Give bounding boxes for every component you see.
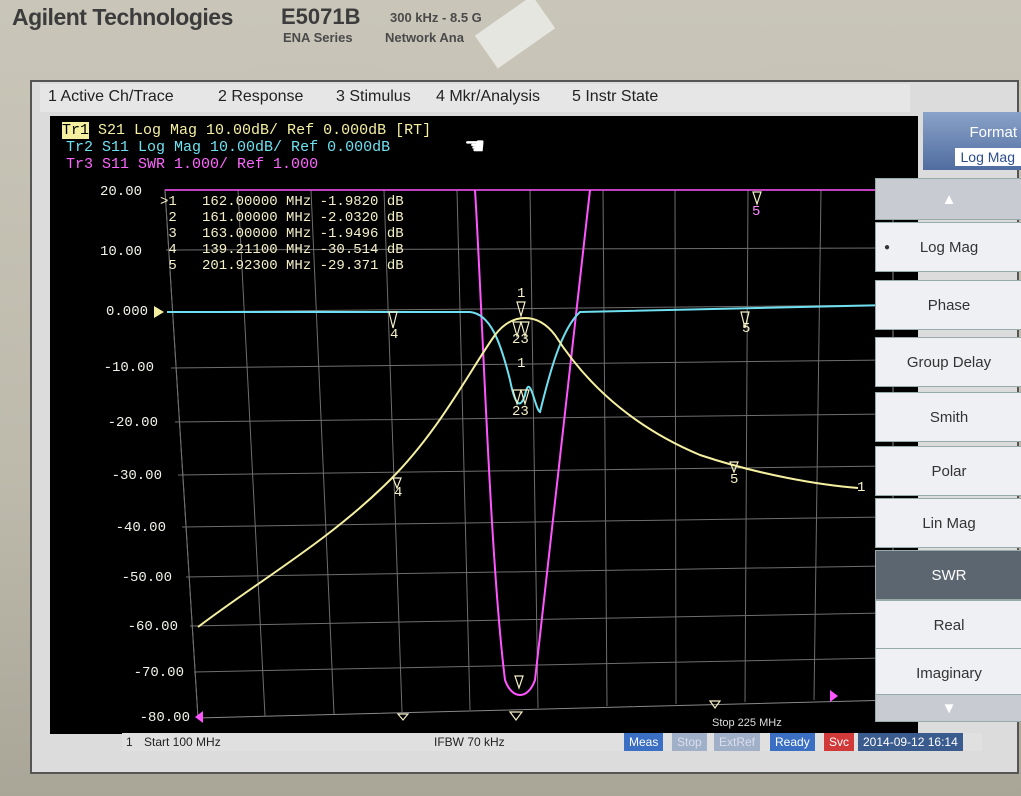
ref-arrow-left xyxy=(154,306,164,318)
swr-ref-arrow-left xyxy=(195,711,203,723)
marker-row-1[interactable]: >1 162.00000 MHz -1.9820 dB xyxy=(160,194,404,210)
softkey-lin-mag-label: Lin Mag xyxy=(922,514,976,532)
marker-5-label-swr: 5 xyxy=(752,204,761,220)
ready-indicator: Ready xyxy=(770,733,815,751)
marker-4-label-s11: 4 xyxy=(390,327,399,343)
marker-23-label-s21: 23 xyxy=(512,332,529,348)
marker-4-label-s21: 4 xyxy=(394,485,403,501)
marker-5-label-s11: 5 xyxy=(742,321,751,337)
marker-1-label-s11: 1 xyxy=(517,356,526,372)
marker-1-label-s21: 1 xyxy=(517,286,526,302)
softkey-imaginary-label: Imaginary xyxy=(916,664,982,682)
marker-row-3[interactable]: 3 163.00000 MHz -1.9496 dB xyxy=(160,226,403,242)
hand-cursor-icon: ☚ xyxy=(464,133,486,160)
status-bar: 1 Start 100 MHz IFBW 70 kHz Stop 225 MHz… xyxy=(122,717,982,751)
softkey-title-box: Format Log Mag xyxy=(923,112,1021,170)
softkey-log-mag[interactable]: ● Log Mag xyxy=(875,222,1021,272)
selected-dot-icon: ● xyxy=(884,241,891,253)
meas-indicator: Meas xyxy=(624,733,664,751)
softkey-smith[interactable]: Smith xyxy=(875,392,1021,442)
datetime: 2014-09-12 16:14 xyxy=(858,733,963,751)
softkey-group-delay-label: Group Delay xyxy=(906,353,992,371)
down-arrow-icon: ▼ xyxy=(941,699,957,717)
stop-indicator: Stop xyxy=(672,733,707,751)
extref-indicator: ExtRef xyxy=(714,733,761,751)
scroll-up-button[interactable]: ▲ xyxy=(875,178,1021,220)
softkey-group-delay[interactable]: Group Delay xyxy=(875,337,1021,387)
softkey-phase[interactable]: Phase xyxy=(875,280,1021,330)
marker-row-5[interactable]: 5 201.92300 MHz -29.371 dB xyxy=(160,258,403,274)
stop-frequency[interactable]: Stop 225 MHz xyxy=(712,717,782,729)
softkey-phase-label: Phase xyxy=(927,296,971,314)
softkey-polar[interactable]: Polar xyxy=(875,446,1021,496)
marker-row-4[interactable]: 4 139.21100 MHz -30.514 dB xyxy=(160,242,403,258)
marker-23-label-s11: 23 xyxy=(512,404,529,420)
softkey-panel: Format Log Mag ▲ ● Log Mag Phase Group De… xyxy=(855,112,1021,732)
softkey-title: Format xyxy=(969,124,1017,141)
softkey-polar-label: Polar xyxy=(931,462,967,480)
softkey-smith-label: Smith xyxy=(929,408,969,426)
up-arrow-icon: ▲ xyxy=(941,190,957,208)
marker-5-label-s21: 5 xyxy=(730,472,739,488)
softkey-current-value: Log Mag xyxy=(954,148,1021,166)
svc-indicator: Svc xyxy=(824,733,855,751)
softkey-swr[interactable]: SWR xyxy=(875,550,1021,600)
marker-row-2[interactable]: 2 161.00000 MHz -2.0320 dB xyxy=(160,210,403,226)
scroll-down-button[interactable]: ▼ xyxy=(875,694,1021,722)
s11-trace xyxy=(167,304,892,414)
softkey-swr-label: SWR xyxy=(931,566,967,584)
softkey-imaginary[interactable]: Imaginary xyxy=(875,648,1021,698)
softkey-log-mag-label: Log Mag xyxy=(919,238,979,256)
softkey-real[interactable]: Real xyxy=(875,600,1021,650)
softkey-lin-mag[interactable]: Lin Mag xyxy=(875,498,1021,548)
start-frequency[interactable]: Start 100 MHz xyxy=(144,735,221,749)
ifbw[interactable]: IFBW 70 kHz xyxy=(434,735,505,749)
softkey-real-label: Real xyxy=(933,616,965,634)
channel-number: 1 xyxy=(126,735,133,749)
swr-ref-arrow-right xyxy=(830,690,838,702)
